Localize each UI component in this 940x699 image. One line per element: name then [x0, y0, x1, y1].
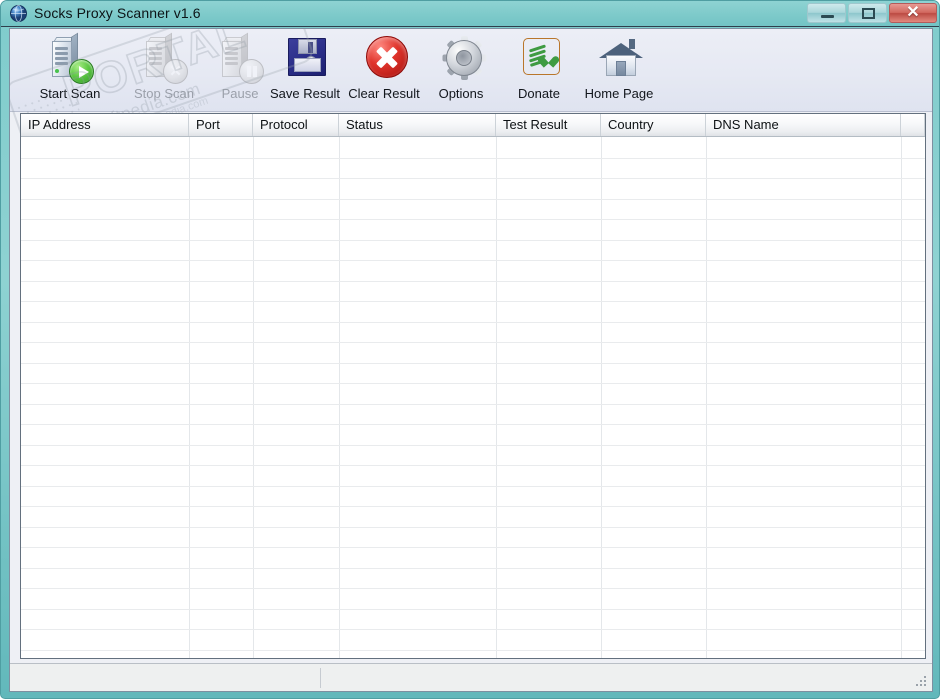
column-divider: [901, 137, 902, 658]
row-divider: [21, 485, 925, 487]
options-button[interactable]: Options: [418, 31, 504, 110]
column-divider: [601, 137, 602, 658]
home-page-button[interactable]: Home Page: [572, 31, 666, 110]
home-page-label: Home Page: [584, 86, 654, 101]
floppy-disk-icon: [277, 33, 333, 87]
gear-icon: [433, 33, 489, 87]
results-list[interactable]: IP Address Port Protocol Status Test Result C…: [20, 113, 926, 659]
column-header-status[interactable]: Status: [339, 114, 496, 136]
column-header-blank[interactable]: [901, 114, 925, 136]
maximize-icon: [862, 8, 875, 19]
column-header-protocol[interactable]: Protocol: [253, 114, 339, 136]
row-divider: [21, 608, 925, 610]
row-divider: [21, 280, 925, 282]
row-divider: [21, 588, 925, 589]
row-divider: [21, 157, 925, 159]
window-controls: ✕: [807, 3, 937, 23]
row-divider: [21, 526, 925, 528]
server-stop-icon: [136, 32, 192, 87]
house-icon: [591, 33, 647, 87]
row-divider: [21, 629, 925, 630]
row-divider: [21, 403, 925, 405]
table-header-row: IP Address Port Protocol Status Test Result C…: [21, 114, 925, 137]
start-scan-label: Start Scan: [39, 86, 101, 101]
server-play-icon: [42, 32, 98, 87]
row-divider: [21, 260, 925, 261]
minimize-button[interactable]: [807, 3, 846, 23]
row-divider: [21, 362, 925, 364]
clear-result-button[interactable]: Clear Result: [340, 31, 428, 110]
close-button[interactable]: ✕: [889, 3, 937, 23]
start-scan-button[interactable]: Start Scan: [20, 31, 120, 110]
row-divider: [21, 444, 925, 446]
red-x-icon: [356, 33, 412, 87]
column-header-test-result[interactable]: Test Result: [496, 114, 601, 136]
status-separator: [320, 668, 321, 688]
column-divider: [496, 137, 497, 658]
column-header-country[interactable]: Country: [601, 114, 706, 136]
row-divider: [21, 649, 925, 651]
row-divider: [21, 383, 925, 384]
save-result-button[interactable]: Save Result: [260, 31, 350, 110]
donate-label: Donate: [518, 86, 560, 101]
donate-hand-icon: [511, 33, 567, 87]
row-divider: [21, 178, 925, 179]
options-label: Options: [438, 86, 484, 101]
row-divider: [21, 342, 925, 343]
row-divider: [21, 321, 925, 323]
column-divider: [189, 137, 190, 658]
row-divider: [21, 239, 925, 241]
application-window: Socks Proxy Scanner v1.6 ✕ Start Scan ✕ …: [0, 0, 940, 699]
save-result-label: Save Result: [269, 86, 341, 101]
window-title: Socks Proxy Scanner v1.6: [34, 5, 201, 21]
column-divider: [253, 137, 254, 658]
donate-button[interactable]: Donate: [500, 31, 578, 110]
client-area: Start Scan Stop Scan: [9, 28, 933, 692]
close-icon: ✕: [906, 4, 920, 21]
minimize-icon: [821, 15, 834, 18]
row-divider: [21, 465, 925, 466]
column-header-dns-name[interactable]: DNS Name: [706, 114, 901, 136]
row-divider: [21, 219, 925, 220]
row-divider: [21, 198, 925, 200]
column-divider: [706, 137, 707, 658]
maximize-button[interactable]: [848, 3, 887, 23]
row-divider: [21, 567, 925, 569]
main-toolbar: Start Scan Stop Scan: [10, 29, 932, 159]
row-divider: [21, 547, 925, 548]
row-divider: [21, 301, 925, 302]
globe-icon: [10, 5, 27, 22]
clear-result-label: Clear Result: [348, 86, 420, 101]
table-body: [21, 137, 925, 658]
title-bar: Socks Proxy Scanner v1.6 ✕: [1, 1, 939, 27]
column-divider: [339, 137, 340, 658]
column-header-port[interactable]: Port: [189, 114, 253, 136]
status-bar: [10, 663, 932, 691]
resize-grip-icon[interactable]: [914, 674, 928, 688]
row-divider: [21, 506, 925, 507]
row-divider: [21, 424, 925, 425]
column-header-ip-address[interactable]: IP Address: [21, 114, 189, 136]
